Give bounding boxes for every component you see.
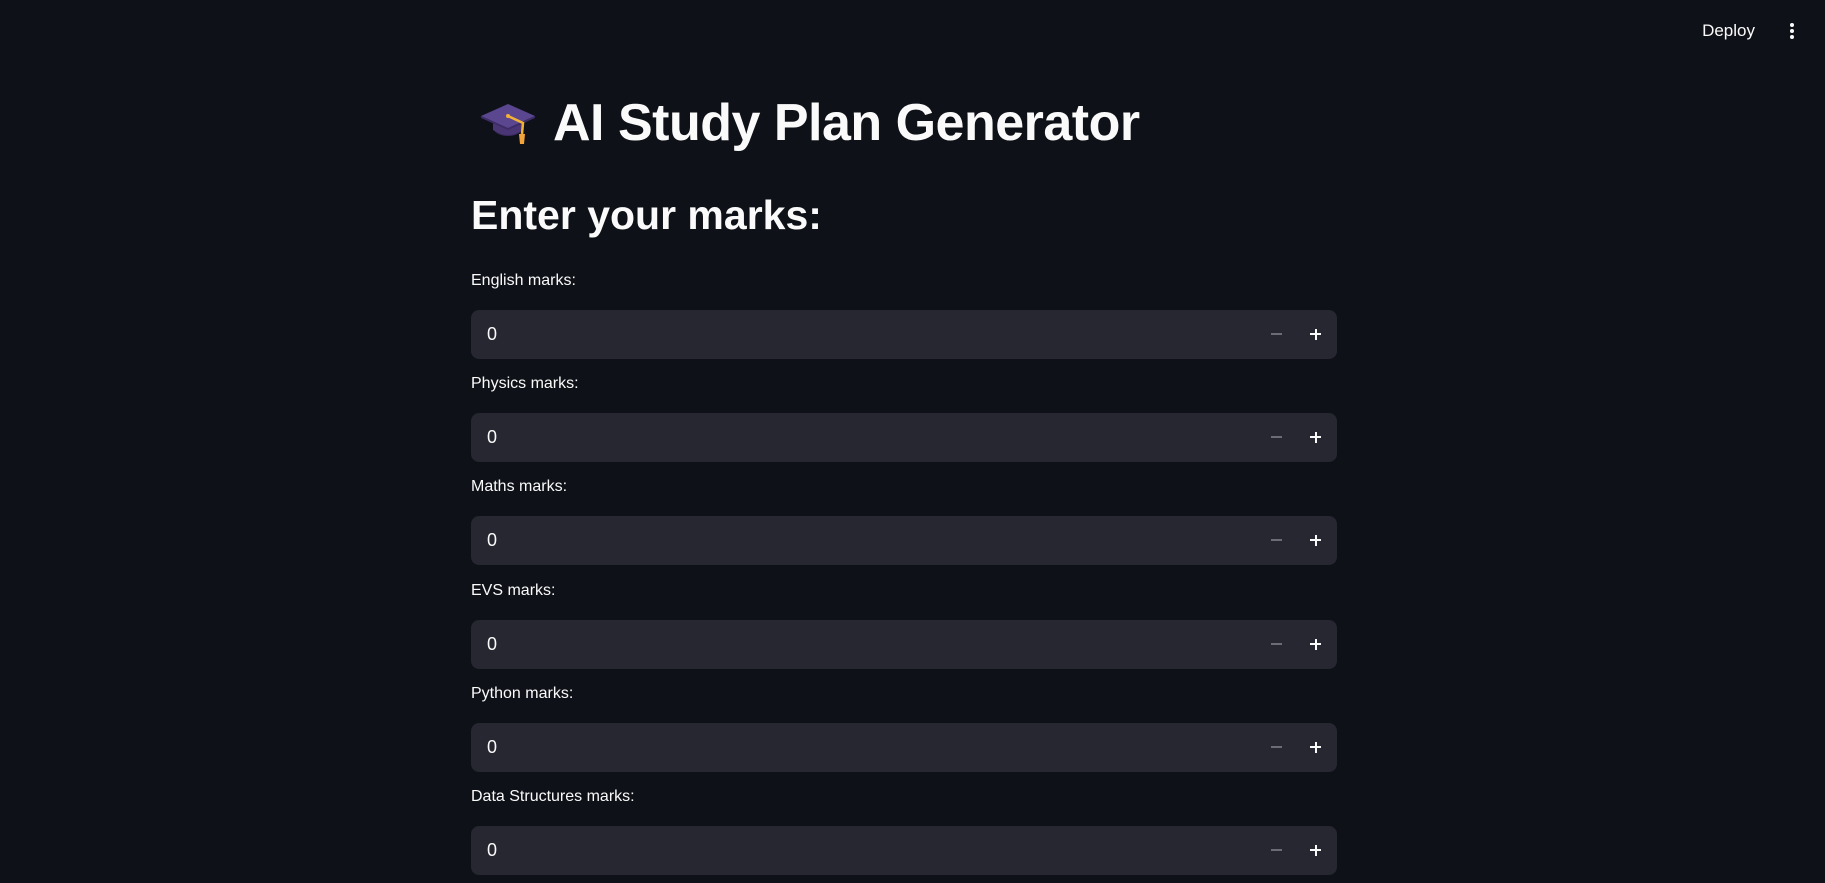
increment-button[interactable] (1296, 723, 1334, 772)
number-input-container (471, 310, 1337, 359)
increment-button[interactable] (1296, 826, 1334, 875)
number-input-container (471, 620, 1337, 669)
python-marks-input[interactable] (471, 723, 1231, 772)
section-heading: Enter your marks: (471, 192, 822, 238)
deploy-button[interactable]: Deploy (1692, 16, 1765, 46)
field-label: English marks: (471, 272, 576, 289)
physics-marks-field: Physics marks: (471, 373, 1337, 462)
data-structures-marks-input[interactable] (471, 826, 1231, 875)
maths-marks-field: Maths marks: (471, 476, 1337, 565)
decrement-button[interactable] (1257, 310, 1295, 359)
page-title: AI Study Plan Generator (553, 94, 1140, 152)
evs-marks-input[interactable] (471, 620, 1231, 669)
evs-marks-field: EVS marks: (471, 580, 1337, 669)
increment-button[interactable] (1296, 620, 1334, 669)
data-structures-marks-field: Data Structures marks: (471, 786, 1337, 875)
graduation-cap-icon (479, 94, 537, 152)
decrement-button[interactable] (1257, 620, 1295, 669)
increment-button[interactable] (1296, 516, 1334, 565)
decrement-button[interactable] (1257, 826, 1295, 875)
number-input-container (471, 723, 1337, 772)
physics-marks-input[interactable] (471, 413, 1231, 462)
number-input-container (471, 826, 1337, 875)
english-marks-input[interactable] (471, 310, 1231, 359)
english-marks-field: English marks: (471, 270, 1337, 359)
decrement-button[interactable] (1257, 413, 1295, 462)
number-input-container (471, 516, 1337, 565)
python-marks-field: Python marks: (471, 683, 1337, 772)
number-input-container (471, 413, 1337, 462)
field-label: EVS marks: (471, 582, 556, 599)
field-label: Python marks: (471, 685, 574, 702)
decrement-button[interactable] (1257, 723, 1295, 772)
field-label: Data Structures marks: (471, 788, 635, 805)
field-label: Physics marks: (471, 375, 579, 392)
maths-marks-input[interactable] (471, 516, 1231, 565)
title-row: AI Study Plan Generator (479, 88, 1140, 158)
decrement-button[interactable] (1257, 516, 1295, 565)
field-label: Maths marks: (471, 478, 568, 495)
top-toolbar: Deploy (0, 0, 1825, 60)
increment-button[interactable] (1296, 310, 1334, 359)
main-menu-button[interactable] (1777, 16, 1807, 46)
increment-button[interactable] (1296, 413, 1334, 462)
